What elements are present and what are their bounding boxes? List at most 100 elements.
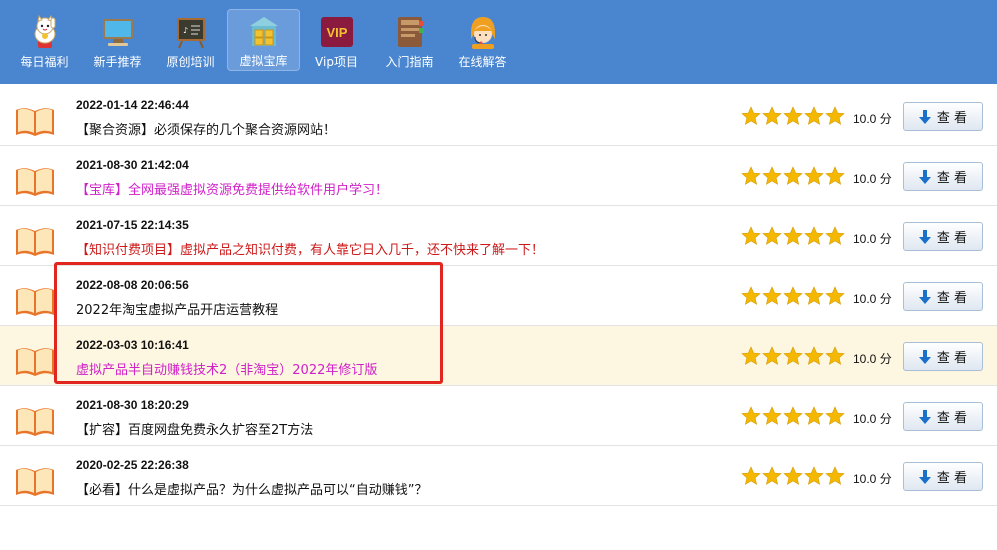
download-arrow-icon: [918, 349, 931, 364]
rating-stars: [741, 346, 847, 368]
rating-stars: [741, 166, 847, 188]
star-icon: [783, 286, 803, 305]
star-icon: [741, 286, 761, 305]
article-title-link[interactable]: 【聚合资源】必须保存的几个聚合资源网站！: [76, 119, 336, 138]
star-icon: [762, 466, 782, 485]
open-book-icon: [14, 404, 56, 438]
star-icon: [741, 406, 761, 425]
star-icon: [783, 106, 803, 125]
star-icon: [804, 466, 824, 485]
nav-label: 入门指南: [385, 55, 434, 69]
star-icon: [783, 466, 803, 485]
score-value: 10.0 分: [853, 472, 892, 486]
star-icon: [804, 346, 824, 365]
nav-label: 在线解答: [458, 55, 507, 69]
monitor-icon: [101, 15, 135, 49]
list-item: 2020-02-25 22:26:38 【必看】什么是虚拟产品？为什么虚拟产品可…: [0, 446, 997, 506]
article-title-link[interactable]: 【扩容】百度网盘免费永久扩容至2T方法: [76, 419, 313, 438]
star-icon: [762, 106, 782, 125]
svg-text:♪: ♪: [183, 26, 188, 35]
nav-label: 虚拟宝库: [239, 54, 288, 68]
article-date: 2021-08-30 18:20:29: [76, 398, 189, 412]
view-button-label: 查 看: [936, 171, 968, 186]
article-date: 2020-02-25 22:26:38: [76, 458, 189, 472]
chalkboard-icon: ♪: [174, 15, 208, 49]
article-title-link[interactable]: 虚拟产品半自动赚钱技术2（非淘宝）2022年修订版: [76, 359, 377, 378]
nav-virtual-treasury[interactable]: 虚拟宝库: [227, 9, 300, 71]
star-icon: [825, 226, 845, 245]
star-icon: [762, 166, 782, 185]
download-arrow-icon: [918, 409, 931, 424]
star-icon: [804, 106, 824, 125]
top-navigation: 每日福利 新手推荐 ♪ 原创培训 虚拟宝库 VIP Vip项目 入门指南 在线解…: [0, 0, 997, 84]
article-title-link[interactable]: 【必看】什么是虚拟产品？为什么虚拟产品可以“自动赚钱”？: [76, 479, 427, 498]
rating-stars: [741, 406, 847, 428]
download-arrow-icon: [918, 469, 931, 484]
nav-daily-welfare[interactable]: 每日福利: [8, 10, 81, 70]
rating-stars: [741, 286, 847, 308]
view-button[interactable]: 查 看: [903, 342, 983, 371]
star-icon: [741, 106, 761, 125]
open-book-icon: [14, 344, 56, 378]
nav-online-answers[interactable]: 在线解答: [446, 10, 519, 70]
article-title-link[interactable]: 【知识付费项目】虚拟产品之知识付费，有人靠它日入几千，还不快来了解一下！: [76, 239, 544, 258]
article-title-link[interactable]: 2022年淘宝虚拟产品开店运营教程: [76, 299, 278, 318]
download-arrow-icon: [918, 289, 931, 304]
star-icon: [762, 226, 782, 245]
list-item: 2021-08-30 21:42:04 【宝库】全网最强虚拟资源免费提供给软件用…: [0, 146, 997, 206]
article-title-link[interactable]: 【宝库】全网最强虚拟资源免费提供给软件用户学习！: [76, 179, 388, 198]
star-icon: [762, 286, 782, 305]
star-icon: [825, 166, 845, 185]
view-button[interactable]: 查 看: [903, 222, 983, 251]
star-icon: [825, 406, 845, 425]
rating-stars: [741, 106, 847, 128]
view-button[interactable]: 查 看: [903, 282, 983, 311]
article-date: 2021-07-15 22:14:35: [76, 218, 189, 232]
article-date: 2022-08-08 20:06:56: [76, 278, 189, 292]
article-list: 2022-01-14 22:46:44 【聚合资源】必须保存的几个聚合资源网站！…: [0, 86, 997, 506]
vip-badge-text: VIP: [326, 25, 347, 40]
score-value: 10.0 分: [853, 172, 892, 186]
view-button-label: 查 看: [936, 111, 968, 126]
star-icon: [783, 166, 803, 185]
star-icon: [783, 226, 803, 245]
guidebook-icon: [393, 15, 427, 49]
view-button[interactable]: 查 看: [903, 402, 983, 431]
rating-stars: [741, 466, 847, 488]
view-button[interactable]: 查 看: [903, 102, 983, 131]
nav-label: Vip项目: [315, 55, 358, 69]
view-button[interactable]: 查 看: [903, 162, 983, 191]
star-icon: [804, 226, 824, 245]
open-book-icon: [14, 224, 56, 258]
nav-getting-started[interactable]: 入门指南: [373, 10, 446, 70]
open-book-icon: [14, 164, 56, 198]
nav-original-training[interactable]: ♪ 原创培训: [154, 10, 227, 70]
nav-label: 每日福利: [20, 55, 69, 69]
star-icon: [741, 466, 761, 485]
view-button-label: 查 看: [936, 351, 968, 366]
star-icon: [741, 346, 761, 365]
download-arrow-icon: [918, 169, 931, 184]
open-book-icon: [14, 464, 56, 498]
list-item: 2021-08-30 18:20:29 【扩容】百度网盘免费永久扩容至2T方法 …: [0, 386, 997, 446]
nav-vip-projects[interactable]: VIP Vip项目: [300, 10, 373, 70]
score-value: 10.0 分: [853, 412, 892, 426]
view-button[interactable]: 查 看: [903, 462, 983, 491]
article-date: 2022-01-14 22:46:44: [76, 98, 189, 112]
list-item: 2022-01-14 22:46:44 【聚合资源】必须保存的几个聚合资源网站！…: [0, 86, 997, 146]
star-icon: [783, 346, 803, 365]
vip-badge-icon: VIP: [320, 15, 354, 49]
treasure-house-icon: [247, 14, 281, 48]
rating-stars: [741, 226, 847, 248]
star-icon: [783, 406, 803, 425]
star-icon: [825, 286, 845, 305]
list-item: 2021-07-15 22:14:35 【知识付费项目】虚拟产品之知识付费，有人…: [0, 206, 997, 266]
score-value: 10.0 分: [853, 232, 892, 246]
nav-label: 原创培训: [166, 55, 215, 69]
nav-beginner-recommend[interactable]: 新手推荐: [81, 10, 154, 70]
score-value: 10.0 分: [853, 112, 892, 126]
star-icon: [741, 226, 761, 245]
star-icon: [825, 106, 845, 125]
list-item: 2022-08-08 20:06:56 2022年淘宝虚拟产品开店运营教程 10…: [0, 266, 997, 326]
score-value: 10.0 分: [853, 352, 892, 366]
